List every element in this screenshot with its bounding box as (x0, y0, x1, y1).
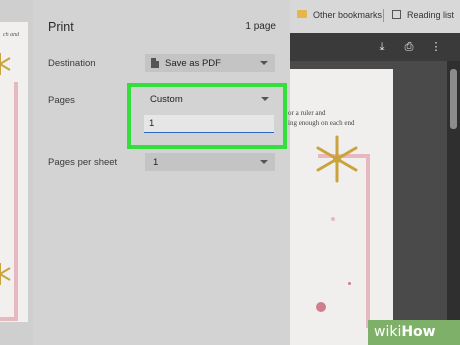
pdf-viewer-toolbar: ⤓ ⎙ ⋮ (290, 33, 460, 61)
snowflake-icon (316, 135, 358, 183)
destination-label: Destination (48, 58, 96, 69)
chevron-down-icon (260, 160, 268, 164)
download-icon[interactable]: ⤓ (375, 40, 389, 54)
pdf-file-icon (151, 58, 159, 68)
reading-list-icon (392, 10, 401, 19)
destination-value: Save as PDF (165, 58, 221, 69)
preview-area: or a ruler and ing enough on each end (288, 61, 460, 345)
bookmarks-bar: Other bookmarks Reading list (290, 0, 460, 33)
chevron-down-icon (261, 97, 269, 101)
more-options-icon[interactable]: ⋮ (429, 40, 443, 54)
snowflake-icon (0, 263, 11, 285)
reading-list-link[interactable]: Reading list (407, 10, 454, 20)
pages-label: Pages (48, 95, 75, 106)
preview-text-line-2: ing enough on each end (288, 119, 355, 127)
watermark-text: wikiHow (374, 324, 436, 340)
other-bookmarks-link[interactable]: Other bookmarks (313, 10, 382, 20)
left-preview-page: ch and (0, 22, 28, 322)
preview-text-line-1: or a ruler and (288, 109, 326, 117)
print-icon[interactable]: ⎙ (402, 40, 416, 54)
pages-per-sheet-select[interactable]: 1 (145, 153, 275, 171)
pink-dot (331, 217, 335, 221)
chevron-down-icon (260, 61, 268, 65)
toolbar-separator (383, 9, 384, 22)
print-dialog: Print 1 page Destination Save as PDF Pag… (33, 0, 290, 345)
dialog-title: Print (48, 20, 74, 34)
watermark: wikiHow (368, 320, 460, 345)
preview-page: or a ruler and ing enough on each end (288, 69, 393, 345)
left-preview-pane: ch and (0, 0, 33, 345)
pages-select[interactable]: Custom (141, 90, 276, 108)
pages-per-sheet-value: 1 (153, 157, 159, 168)
folder-icon (297, 10, 307, 18)
page-count: 1 page (245, 21, 276, 32)
pink-dot (348, 282, 351, 285)
custom-pages-input[interactable] (144, 115, 274, 133)
pages-per-sheet-label: Pages per sheet (48, 157, 118, 168)
scrollbar-thumb[interactable] (450, 69, 457, 129)
pink-dot (316, 302, 326, 312)
destination-select[interactable]: Save as PDF (145, 54, 275, 72)
left-preview-text: ch and (3, 32, 20, 38)
snowflake-icon (0, 53, 11, 75)
scrollbar[interactable] (447, 61, 460, 345)
pages-value: Custom (150, 94, 183, 105)
